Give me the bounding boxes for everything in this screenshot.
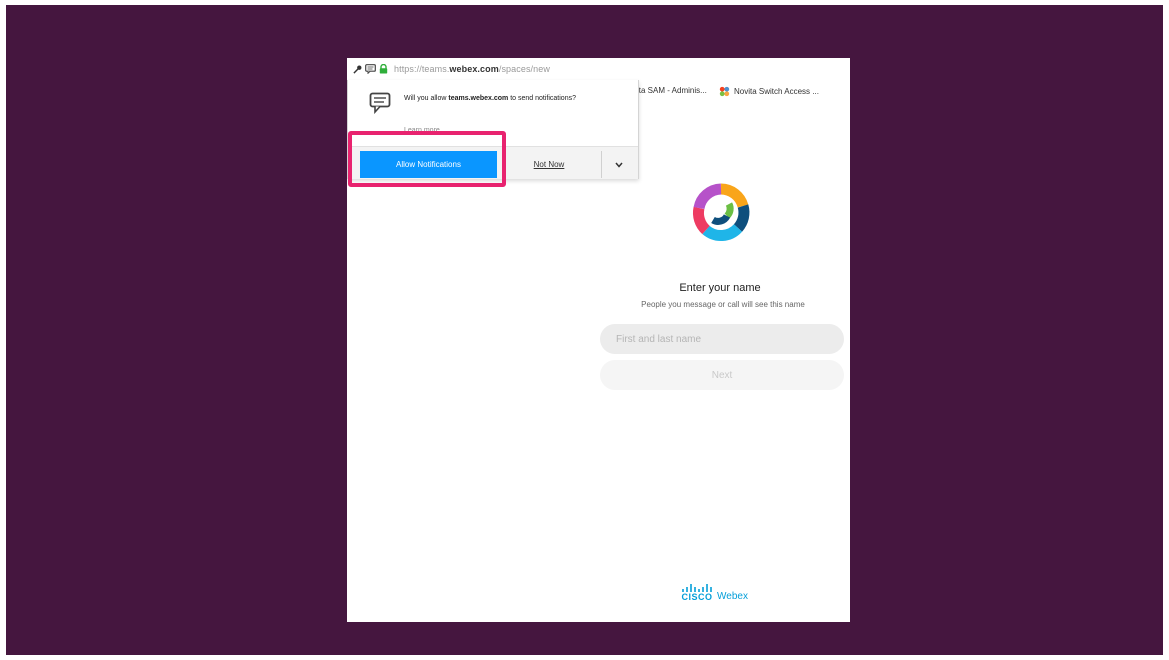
bookmark-label: ita SAM - Adminis... xyxy=(637,86,707,95)
page-subtitle: People you message or call will see this… xyxy=(641,300,805,309)
url-path: /spaces/new xyxy=(498,64,550,74)
key-icon xyxy=(353,65,362,74)
bookmark-label: Novita Switch Access ... xyxy=(734,87,819,96)
message-site: teams.webex.com xyxy=(448,95,509,102)
bookmark-item-switch-access[interactable]: Novita Switch Access ... xyxy=(719,86,819,97)
next-button[interactable]: Next xyxy=(600,360,844,390)
webex-teams-logo xyxy=(691,182,751,247)
cisco-logo: CISCO xyxy=(681,584,713,602)
cisco-wordmark: CISCO xyxy=(681,592,713,602)
page-title: Enter your name xyxy=(679,282,761,294)
cisco-bars-icon xyxy=(682,584,712,592)
webex-logo-icon xyxy=(693,183,750,242)
url-prefix: https://teams. xyxy=(394,64,450,74)
url-domain: webex.com xyxy=(449,64,499,74)
address-bar[interactable]: https://teams.webex.com/spaces/new xyxy=(347,58,850,80)
more-options-dropdown[interactable] xyxy=(601,151,636,178)
not-now-button[interactable]: Not Now xyxy=(498,151,600,178)
notification-chat-icon[interactable] xyxy=(365,64,376,74)
name-input[interactable] xyxy=(600,324,844,354)
notification-message: Will you allow teams.webex.com to send n… xyxy=(404,94,614,104)
cisco-webex-brand: CISCO Webex xyxy=(681,584,748,602)
lock-icon xyxy=(379,64,388,74)
backdrop: https://teams.webex.com/spaces/new rs it… xyxy=(6,5,1163,655)
message-text-before: Will you allow xyxy=(404,95,449,102)
bookmark-item-sam[interactable]: ita SAM - Adminis... xyxy=(637,86,707,95)
webex-wordmark: Webex xyxy=(717,591,748,602)
url-text: https://teams.webex.com/spaces/new xyxy=(394,64,550,74)
chat-bubble-icon xyxy=(369,92,391,114)
address-bar-icons xyxy=(347,64,388,74)
message-text-after: to send notifications? xyxy=(508,95,576,102)
chevron-down-icon xyxy=(615,162,623,168)
joomla-icon xyxy=(719,86,730,97)
highlight-box xyxy=(348,131,506,187)
